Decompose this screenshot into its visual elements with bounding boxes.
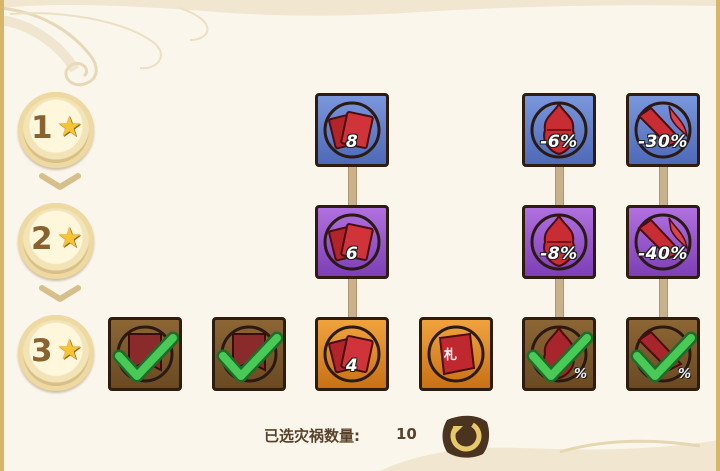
check-icon [216, 331, 283, 383]
calamity-card-scroll-tier1[interactable]: 8 [315, 93, 389, 167]
card-value: -6% [540, 132, 578, 152]
calamity-card-scroll-tier2[interactable]: 6 [315, 205, 389, 279]
scroll-icon [323, 101, 381, 159]
blade-icon [634, 213, 692, 271]
card-value: 8 [345, 132, 359, 152]
chevron-down-icon [39, 285, 81, 302]
calamity-card-blade-tier1[interactable]: -30% [626, 93, 700, 167]
scroll-icon [323, 213, 381, 271]
calamity-card-seal[interactable]: 札 [419, 317, 493, 391]
star-icon: ★ [57, 333, 83, 366]
card-value: 4 [345, 356, 359, 376]
tier-2-badge: 2 ★ [18, 203, 94, 279]
calamity-card-flame-tier2[interactable]: -8% [522, 205, 596, 279]
selected-count-value: 10 [396, 425, 417, 443]
star-icon: ★ [57, 221, 83, 254]
tree-connector [348, 276, 357, 320]
tier-1-badge: 1 ★ [18, 92, 94, 168]
tree-connector [348, 164, 357, 208]
chevron-down-icon [39, 173, 81, 190]
flame-heart-icon [530, 101, 588, 159]
calamity-card-talisman-2[interactable] [212, 317, 286, 391]
card-value: 6 [345, 244, 359, 264]
star-icon: ★ [57, 110, 83, 143]
scroll-icon [323, 325, 381, 383]
card-value: -30% [638, 132, 688, 152]
selected-count-label: 已选灾祸数量: [264, 427, 360, 445]
calamity-card-flame-tier1[interactable]: -6% [522, 93, 596, 167]
tier-3-badge: 3 ★ [18, 315, 94, 391]
calamity-card-blade-tier3[interactable]: % [626, 317, 700, 391]
tree-connector [659, 164, 668, 208]
blade-icon [634, 101, 692, 159]
flame-heart-icon [530, 213, 588, 271]
calamity-card-blade-tier2[interactable]: -40% [626, 205, 700, 279]
check-icon [526, 331, 593, 383]
check-icon [112, 331, 179, 383]
card-value: -40% [638, 244, 688, 264]
calamity-card-scroll-tier3[interactable]: 4 [315, 317, 389, 391]
game-screen: 1 ★ 2 ★ 3 ★ 8 -6% -30% 6 -8% -40% 4 札 % … [0, 0, 720, 471]
tree-connector [555, 276, 564, 320]
calamity-card-talisman-1[interactable] [108, 317, 182, 391]
card-value: -8% [540, 244, 578, 264]
tier-number: 3 [31, 333, 53, 369]
seal-glyph: 札 [444, 348, 458, 363]
refresh-icon[interactable] [441, 414, 491, 458]
calamity-card-flame-tier3[interactable]: % [522, 317, 596, 391]
tree-connector [659, 276, 668, 320]
check-icon [630, 331, 697, 383]
tier-number: 1 [31, 110, 53, 146]
tree-connector [555, 164, 564, 208]
tier-number: 2 [31, 221, 53, 257]
